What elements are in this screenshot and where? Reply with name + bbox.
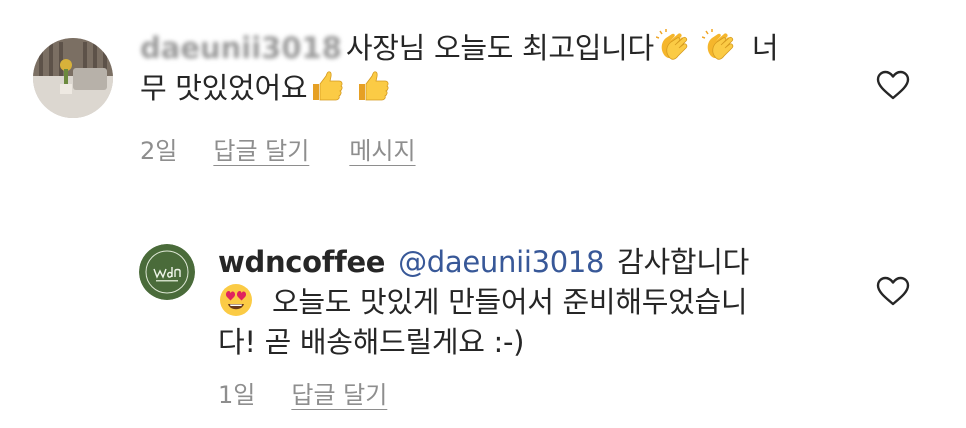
comment-line-2: 무 맛있었어요 bbox=[140, 68, 778, 108]
comment-line-3: 다! 곧 배송해드릴게요 :-) bbox=[218, 322, 749, 362]
comment-line-1: wdncoffee @daeunii3018 감사합니다 bbox=[218, 242, 749, 282]
comment-text-part: 다! 곧 배송해드릴게요 :-) bbox=[218, 325, 525, 359]
comment-text: daeunii3018 사장님 오늘도 최고입니다 너 무 맛있었어요 bbox=[140, 28, 779, 108]
username-blurred[interactable]: daeunii3018 bbox=[140, 28, 342, 68]
comment-line-2: 오늘도 맛있게 만들어서 준비해두었습니 bbox=[218, 282, 749, 322]
comment-text-part: 무 맛있었어요 bbox=[140, 71, 308, 105]
message-button[interactable]: 메시지 bbox=[349, 136, 415, 166]
mention-link[interactable]: @daeunii3018 bbox=[398, 245, 604, 279]
comment-text-part: 감사합니다 bbox=[617, 245, 750, 279]
reply-button[interactable]: 답글 달기 bbox=[291, 380, 387, 410]
clapping-hands-icon bbox=[655, 28, 692, 64]
comment-line-1: daeunii3018 사장님 오늘도 최고입니다 너 bbox=[140, 28, 779, 68]
thumbs-up-icon bbox=[355, 68, 391, 104]
heart-eyes-icon bbox=[218, 282, 254, 318]
clapping-hands-icon bbox=[701, 28, 738, 64]
thumbs-up-icon bbox=[309, 68, 345, 104]
username[interactable]: wdncoffee bbox=[218, 245, 385, 279]
wdn-logo-avatar bbox=[139, 244, 195, 300]
comment-text-part: 사장님 오늘도 최고입니다 bbox=[345, 31, 654, 65]
avatar[interactable] bbox=[33, 38, 113, 118]
comment-meta: 1일 답글 달기 bbox=[218, 380, 427, 410]
reply-button[interactable]: 답글 달기 bbox=[213, 136, 309, 166]
avatar[interactable] bbox=[139, 244, 195, 300]
comment-text-part: 오늘도 맛있게 만들어서 준비해두었습니 bbox=[272, 285, 748, 319]
comment-age: 1일 bbox=[218, 381, 256, 409]
comment-age: 2일 bbox=[140, 137, 178, 165]
heart-outline-icon[interactable] bbox=[876, 70, 910, 100]
heart-outline-icon[interactable] bbox=[876, 276, 910, 306]
comment-text: wdncoffee @daeunii3018 감사합니다 오늘도 맛있게 만들어… bbox=[218, 242, 749, 362]
comment-text-tail: 너 bbox=[751, 31, 779, 65]
comment-meta: 2일 답글 달기 메시지 bbox=[140, 136, 456, 166]
avatar-photo bbox=[33, 38, 113, 118]
